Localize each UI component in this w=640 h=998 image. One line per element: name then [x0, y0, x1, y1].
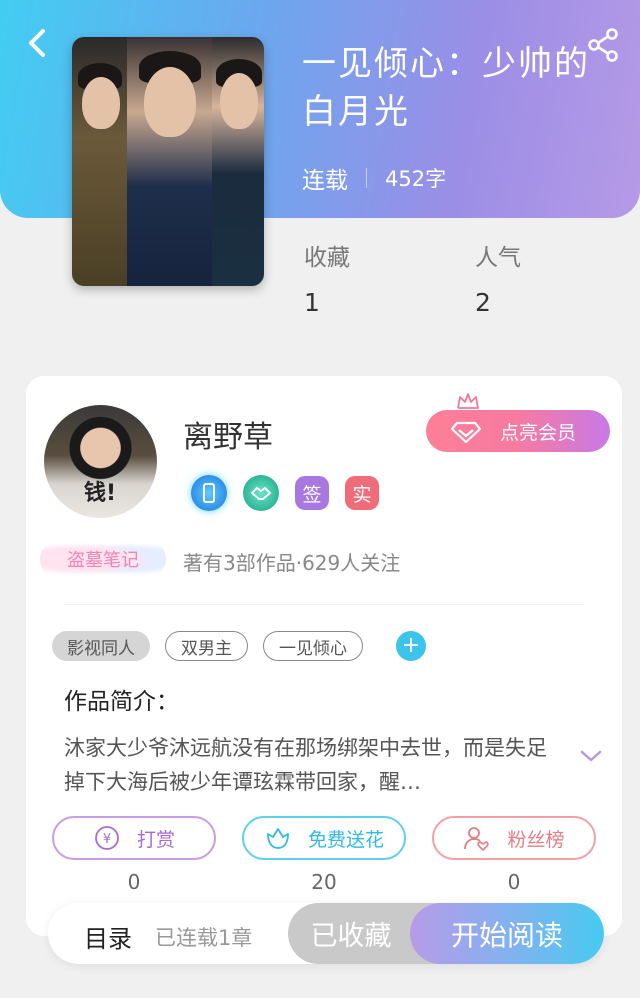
add-tag-button[interactable]: +: [396, 631, 426, 661]
signed-badge-icon[interactable]: 签: [295, 476, 329, 510]
intro-title: 作品简介：: [64, 689, 179, 715]
serial-status: 连载: [302, 168, 348, 194]
start-reading-label: 开始阅读: [450, 918, 563, 952]
table-of-contents-button[interactable]: 目录: [84, 919, 132, 954]
word-count: 452字: [385, 167, 447, 191]
divider: [64, 604, 584, 605]
author-title-label: 盗墓笔记: [67, 550, 139, 571]
stat-label: 人气: [475, 245, 521, 271]
fan-ranking-button[interactable]: 粉丝榜: [432, 816, 596, 860]
phone-badge-icon[interactable]: [191, 475, 227, 511]
handshake-badge-icon[interactable]: [243, 475, 279, 511]
tag-list: 影视同人 双男主 一见倾心 +: [52, 631, 426, 661]
reward-label: 打赏: [136, 828, 175, 851]
cover-panel-center: [127, 37, 212, 286]
flower-icon: [264, 824, 292, 852]
diamond-icon: [450, 421, 482, 444]
collected-label: 已收藏: [310, 921, 392, 952]
free-flower-label: 免费送花: [307, 828, 384, 851]
cover-panel-left: [72, 37, 127, 286]
book-title: 一见倾心：少帅的白月光: [302, 44, 590, 132]
chapter-count: 已连载1章: [155, 926, 253, 950]
reward-button[interactable]: ¥ 打赏: [52, 816, 216, 860]
fan-count: 0: [507, 870, 521, 894]
crown-icon: [457, 393, 479, 409]
book-meta: 连载 452字: [302, 160, 446, 196]
fan-user-icon: [463, 824, 491, 852]
author-title-tag: 盗墓笔记: [40, 540, 166, 578]
stat-value: 2: [475, 288, 491, 317]
chevron-left-icon: [29, 29, 45, 57]
fan-ranking-label: 粉丝榜: [507, 828, 565, 851]
avatar-caption: 钱!: [84, 481, 117, 506]
flower-count: 20: [311, 870, 337, 894]
verified-badge-icon[interactable]: 实: [345, 476, 379, 510]
stat-favorites: 收藏 1: [304, 238, 350, 317]
stat-popularity: 人气 2: [475, 238, 521, 317]
book-cover-image[interactable]: [72, 37, 264, 286]
author-name[interactable]: 离野草: [183, 412, 273, 456]
start-reading-button[interactable]: 开始阅读: [410, 903, 604, 964]
tag-item[interactable]: 一见倾心: [263, 631, 363, 661]
chevron-down-icon[interactable]: [578, 746, 604, 766]
reward-count: 0: [127, 870, 141, 894]
tag-item[interactable]: 双男主: [165, 631, 248, 661]
free-flower-button[interactable]: 免费送花: [242, 816, 406, 860]
author-stats: 著有3部作品·629人关注: [183, 551, 401, 575]
cover-panel-right: [212, 37, 264, 286]
vip-button-label: 点亮会员: [500, 421, 577, 444]
yen-coin-icon: ¥: [93, 824, 121, 852]
tag-item[interactable]: 影视同人: [52, 631, 150, 661]
author-badges: 签 实: [191, 475, 395, 511]
svg-text:¥: ¥: [103, 832, 111, 847]
stat-label: 收藏: [304, 245, 350, 271]
back-button[interactable]: [22, 26, 52, 60]
intro-text: 沐家大少爷沐远航没有在那场绑架中去世，而是失足掉下大海后被少年谭玹霖带回家，醒…: [64, 736, 547, 794]
bottom-action-bar: 目录 已连载1章 已收藏 开始阅读: [48, 903, 604, 964]
stat-value: 1: [304, 288, 320, 317]
avatar[interactable]: 钱!: [44, 405, 157, 518]
meta-divider: [366, 168, 367, 188]
